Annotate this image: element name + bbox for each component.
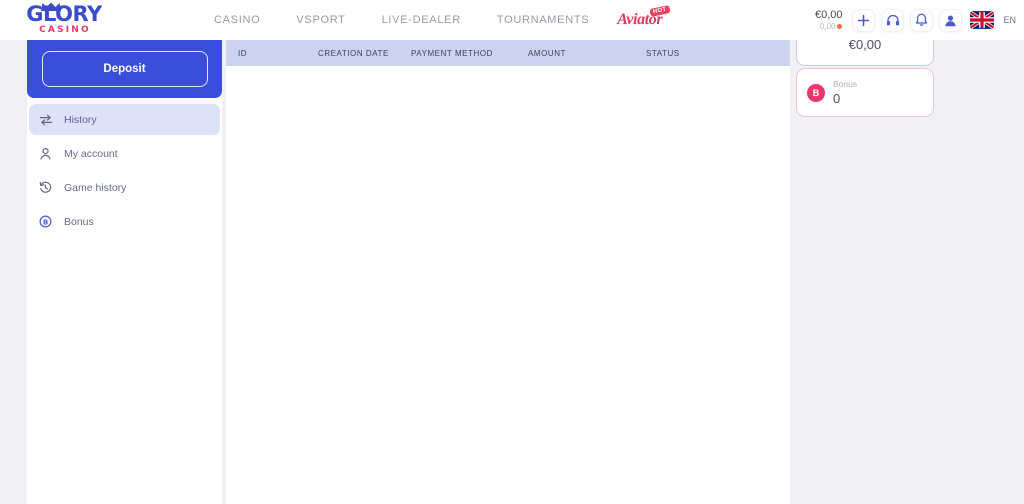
language-label[interactable]: EN: [1003, 15, 1016, 25]
user-account-button[interactable]: [939, 8, 963, 32]
nav-live-dealer[interactable]: LIVE-DEALER: [364, 14, 479, 26]
clock-history-icon: [38, 180, 53, 195]
headset-icon: [886, 14, 900, 25]
sidebar-item-history[interactable]: History: [29, 104, 220, 135]
main-navigation: CASINO VSPORT LIVE-DEALER TOURNAMENTS Av…: [196, 0, 670, 40]
balance-bonus-amount: 0,00: [820, 22, 843, 32]
support-icon-button[interactable]: [881, 8, 905, 32]
right-panel: €0,00 B Bonus 0: [790, 22, 1024, 504]
bell-icon: [916, 13, 928, 26]
sidebar-item-game-history[interactable]: Game history: [29, 172, 220, 203]
bonus-card-label: Bonus: [833, 79, 858, 89]
main-content: ID CREATION DATE PAYMENT METHOD AMOUNT S…: [226, 40, 790, 504]
nav-tournaments[interactable]: TOURNAMENTS: [479, 14, 607, 26]
column-header-amount: AMOUNT: [528, 48, 566, 58]
account-sidebar: Deposit History My account Game history …: [27, 40, 222, 504]
header-balance[interactable]: €0,00 0,00: [815, 9, 843, 32]
app-root: GLORY CASINO CASINO VSPORT LIVE-DEALER T…: [0, 0, 1024, 504]
sidebar-item-my-account[interactable]: My account: [29, 138, 220, 169]
nav-aviator[interactable]: Aviator HOT: [617, 5, 670, 29]
balance-sub-value: 0,00: [819, 21, 836, 31]
logo-text-main: GLORY: [26, 1, 102, 26]
bonus-badge-icon: B: [807, 83, 825, 102]
aviator-hot-badge: HOT: [649, 5, 670, 17]
column-header-status: STATUS: [646, 48, 680, 58]
uk-flag-icon[interactable]: [970, 11, 995, 29]
column-header-id: ID: [238, 48, 248, 58]
crown-icon: [41, 2, 61, 11]
transactions-table-header: ID CREATION DATE PAYMENT METHOD AMOUNT S…: [226, 40, 790, 66]
column-header-creation-date: CREATION DATE: [318, 48, 389, 58]
sidebar-label-history: History: [64, 113, 97, 126]
bonus-card-text: Bonus 0: [833, 79, 857, 106]
sidebar-label-bonus: Bonus: [64, 215, 94, 228]
transfer-arrows-icon: [38, 112, 53, 127]
site-logo[interactable]: GLORY CASINO: [14, 1, 114, 37]
bonus-card-value: 0: [833, 91, 841, 106]
nav-vsport[interactable]: VSPORT: [278, 14, 363, 26]
coin-icon: [837, 24, 843, 29]
plus-icon-button[interactable]: [852, 8, 876, 32]
plus-icon: [858, 14, 870, 26]
top-header: GLORY CASINO CASINO VSPORT LIVE-DEALER T…: [0, 0, 1024, 40]
bonus-circle-icon: B: [38, 214, 53, 229]
deposit-panel: Deposit: [27, 40, 222, 98]
user-avatar-icon: [945, 15, 957, 26]
user-icon: [38, 146, 53, 161]
sidebar-label-game-history: Game history: [64, 181, 127, 194]
nav-casino[interactable]: CASINO: [196, 14, 278, 26]
header-right-cluster: €0,00 0,00 EN: [815, 0, 1016, 40]
column-header-payment-method: PAYMENT METHOD: [411, 48, 493, 58]
sidebar-menu: History My account Game history B Bonus: [27, 98, 222, 237]
sidebar-item-bonus[interactable]: B Bonus: [29, 206, 220, 237]
deposit-button[interactable]: Deposit: [41, 51, 208, 87]
balance-amount: €0,00: [814, 8, 843, 21]
notifications-icon-button[interactable]: [910, 8, 934, 32]
bonus-card[interactable]: B Bonus 0: [796, 68, 934, 117]
logo-text-sub: CASINO: [39, 24, 91, 35]
sidebar-label-my-account: My account: [64, 147, 118, 160]
transactions-table-body: [226, 66, 790, 504]
svg-text:B: B: [43, 218, 48, 226]
